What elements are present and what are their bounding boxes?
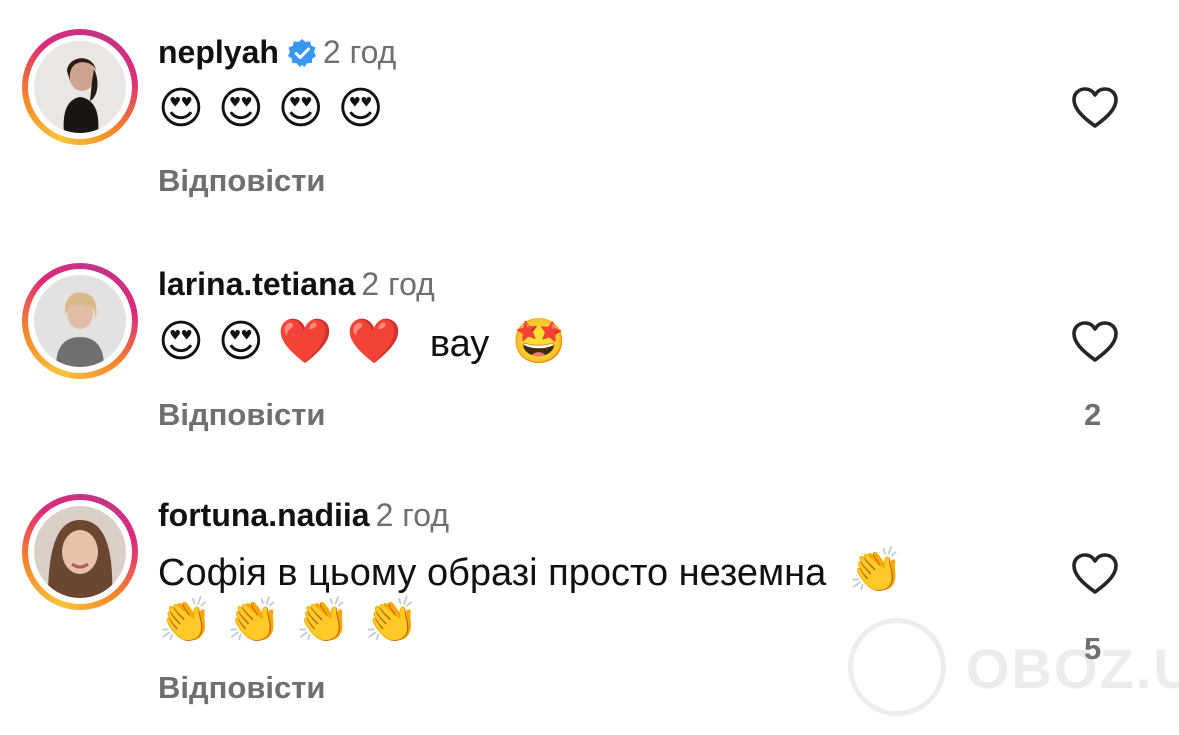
heart-outline-icon[interactable] [1071,320,1119,364]
username[interactable]: larina.tetiana [158,266,355,302]
avatar-ring-gap [28,35,132,139]
verified-badge-icon [287,39,316,67]
username[interactable]: fortuna.nadiia [158,497,370,533]
watermark: OBOZ.UA [848,618,1179,718]
avatar-ring-gap [28,500,132,604]
like-count: 2 [1084,397,1102,432]
comment-text-line2: 👏 👏 👏 👏 [158,596,427,648]
reply-button[interactable]: Відповісти [158,163,326,199]
comment-text: 😍 😍 ❤️ ❤️ вау 🤩 [158,317,575,369]
comment-time: 2 год [361,266,435,302]
heart-outline-icon[interactable] [1071,86,1119,130]
comment-time: 2 год [322,34,397,70]
avatar-story-ring[interactable] [22,29,138,145]
avatar-photo-icon [34,275,126,367]
comment-text: Софія в цьому образі просто неземна 👏 [158,546,912,598]
avatar-ring-gap [28,269,132,373]
avatar-story-ring[interactable] [22,263,138,379]
comment-emojis: 👏 👏 👏 👏 [158,595,420,646]
comment-body: Софія в цьому образі просто неземна [158,552,827,594]
avatar[interactable] [34,41,126,133]
avatar-photo-icon [34,506,126,598]
comment-header: fortuna.nadiia 2 год [158,495,449,535]
avatar-story-ring[interactable] [22,494,138,610]
comment-emojis: 😍 😍 😍 😍 [158,83,384,134]
avatar[interactable] [34,506,126,598]
comment-body: вау [429,323,490,365]
clapping-emoji: 👏 [848,545,904,596]
comment-emojis: 😍 😍 ❤️ ❤️ [158,316,402,367]
username[interactable]: neplyah [158,34,279,70]
watermark-text: OBOZ.UA [966,637,1179,700]
reply-button[interactable]: Відповісти [158,397,326,433]
avatar-photo-icon [34,41,126,133]
comment-text: 😍 😍 😍 😍 [158,84,391,136]
reply-button[interactable]: Відповісти [158,670,326,706]
comment-header: larina.tetiana 2 год [158,264,435,304]
comment-time: 2 год [375,497,449,533]
star-struck-emoji: 🤩 [511,316,567,367]
globe-icon [848,618,946,716]
avatar[interactable] [34,275,126,367]
comment-header: neplyah 2 год [158,32,396,72]
heart-outline-icon[interactable] [1071,552,1119,596]
